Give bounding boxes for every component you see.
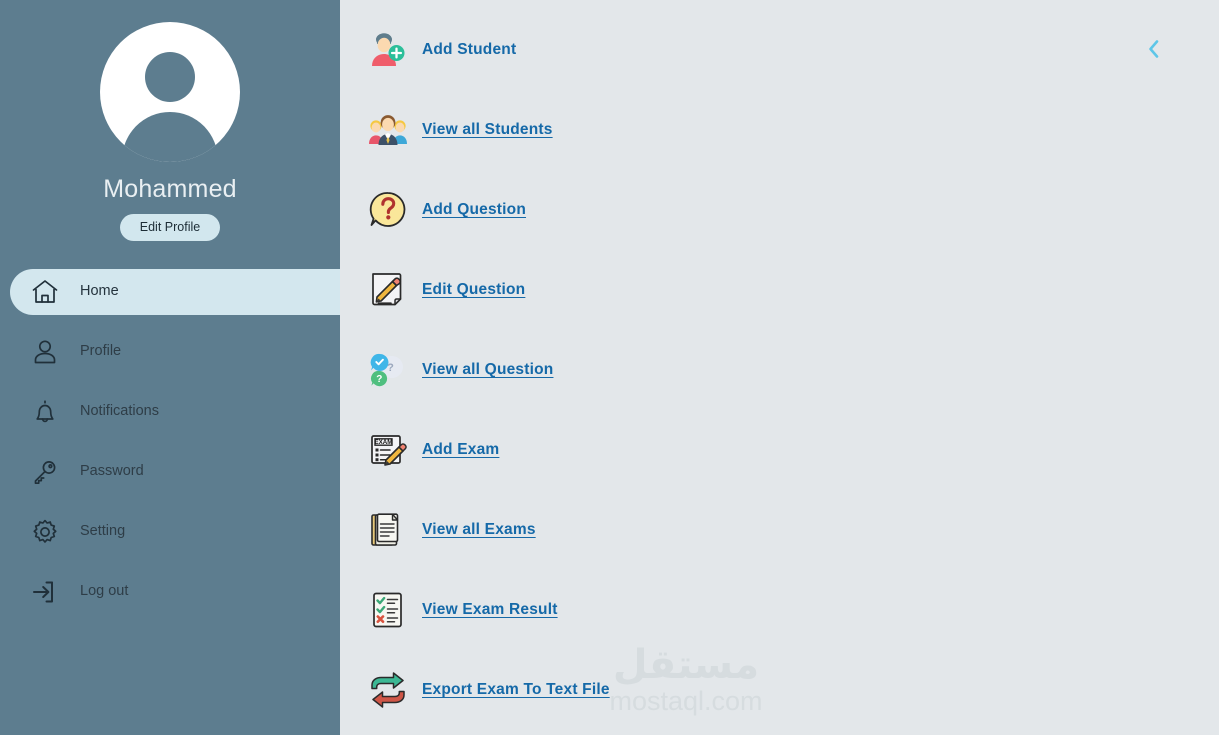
sidebar-nav: Home Profile Notifications Password Sett… (0, 269, 340, 615)
edit-profile-button[interactable]: Edit Profile (119, 213, 221, 242)
documents-icon (366, 508, 410, 552)
menu-item-add-question[interactable]: Add Question (366, 186, 1006, 234)
user-avatar-icon (100, 22, 240, 162)
menu-item-label: Edit Question (422, 281, 526, 299)
menu-item-label: View all Question (422, 361, 554, 379)
menu-item-label: View all Students (422, 121, 553, 139)
user-name: Mohammed (103, 175, 237, 203)
menu-item-add-exam[interactable]: EXAM Add Exam (366, 426, 1006, 474)
sidebar-item-label: Home (80, 283, 119, 300)
menu-item-export-exam-to-text-file[interactable]: Export Exam To Text File (366, 666, 1006, 714)
sidebar: Mohammed Edit Profile Home Profile Notif… (0, 0, 340, 735)
add-person-icon (366, 28, 410, 72)
sidebar-item-home[interactable]: Home (10, 269, 340, 316)
menu-item-view-all-students[interactable]: View all Students (366, 106, 1006, 154)
main-content: Add Student View all Students Add Questi… (340, 0, 1219, 735)
sidebar-item-label: Log out (80, 583, 129, 600)
avatar-body-shape (122, 112, 218, 162)
user-icon (28, 335, 62, 369)
logout-arrow-icon (28, 575, 62, 609)
sidebar-item-notifications[interactable]: Notifications (0, 389, 340, 435)
bell-icon (28, 395, 62, 429)
menu-item-label: Export Exam To Text File (422, 681, 610, 699)
gear-icon (28, 515, 62, 549)
menu-item-edit-question[interactable]: Edit Question (366, 266, 1006, 314)
menu-item-label: Add Student (422, 41, 517, 59)
question-bubbles-icon: ? ? (366, 348, 410, 392)
chevron-left-icon[interactable] (1141, 36, 1167, 62)
exchange-arrows-icon (366, 668, 410, 712)
sidebar-item-logout[interactable]: Log out (0, 569, 340, 615)
menu-item-add-student[interactable]: Add Student (366, 26, 1006, 74)
sidebar-item-label: Setting (80, 523, 126, 540)
exam-paper-pencil-icon: EXAM (366, 428, 410, 472)
sidebar-item-setting[interactable]: Setting (0, 509, 340, 555)
avatar-head-shape (145, 52, 195, 102)
svg-text:EXAM: EXAM (375, 439, 393, 446)
app-root: Mohammed Edit Profile Home Profile Notif… (0, 0, 1219, 735)
sidebar-item-label: Profile (80, 343, 122, 360)
sidebar-item-profile[interactable]: Profile (0, 329, 340, 375)
profile-block: Mohammed Edit Profile (0, 0, 340, 242)
sidebar-item-label: Notifications (80, 403, 159, 420)
dashboard-menu-list: Add Student View all Students Add Questi… (366, 26, 1006, 735)
menu-item-view-exam-result[interactable]: View Exam Result (366, 586, 1006, 634)
checklist-result-icon (366, 588, 410, 632)
menu-item-label: Add Exam (422, 441, 500, 459)
people-group-icon (366, 108, 410, 152)
menu-item-label: View Exam Result (422, 601, 558, 619)
menu-item-label: Add Question (422, 201, 527, 219)
menu-item-view-all-exams[interactable]: View all Exams (366, 506, 1006, 554)
menu-item-label: View all Exams (422, 521, 536, 539)
sidebar-item-label: Password (80, 463, 144, 480)
key-icon (28, 455, 62, 489)
menu-item-view-all-question[interactable]: ? ? View all Question (366, 346, 1006, 394)
svg-text:?: ? (376, 374, 382, 385)
question-bubble-icon (366, 188, 410, 232)
home-icon (28, 275, 62, 309)
sidebar-item-password[interactable]: Password (0, 449, 340, 495)
pencil-note-icon (366, 268, 410, 312)
